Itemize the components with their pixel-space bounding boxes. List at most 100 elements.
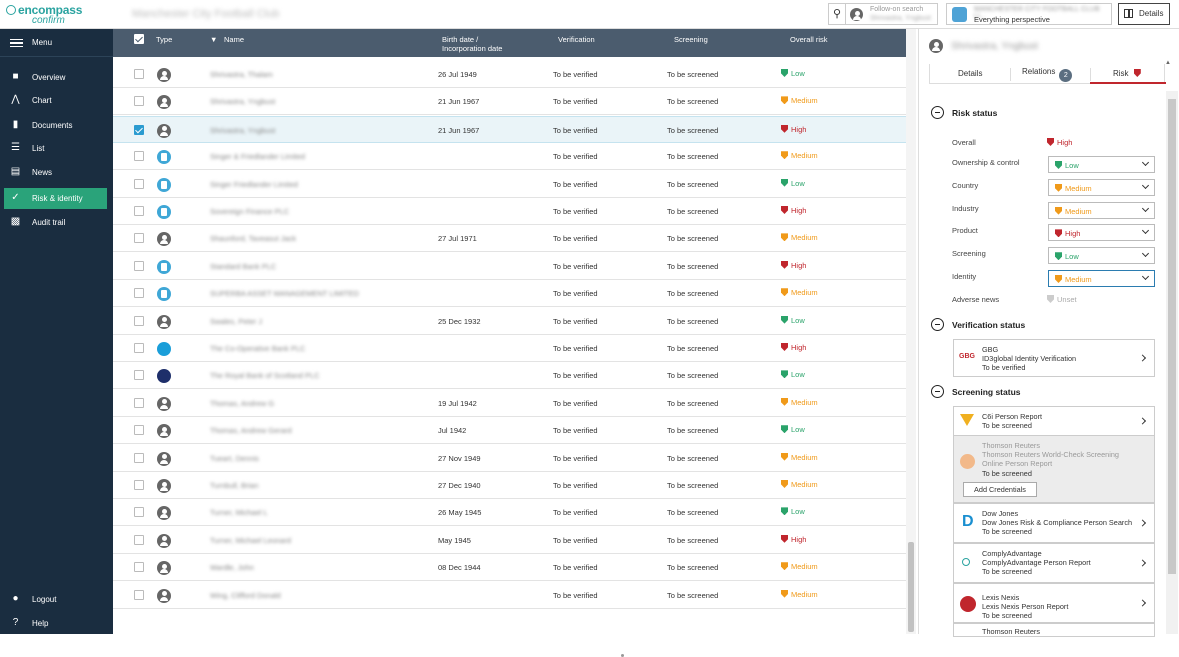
c6-provider-card[interactable]: C6i Person Report To be screened [953, 406, 1155, 436]
entity-name[interactable]: Shaunford, Taveasut Jack [210, 234, 296, 243]
table-row[interactable]: Wing, Clifford Donald To be verified To … [113, 582, 907, 609]
column-overall-risk[interactable]: Overall risk [790, 35, 828, 44]
risk-select-ownership-control[interactable]: Low [1048, 156, 1155, 173]
entity-name[interactable]: Wardle, John [210, 563, 254, 572]
sidebar-item-risk-identity[interactable]: ✓ Risk & identity [4, 188, 107, 209]
follow-on-search[interactable]: Follow-on search Shrivastra, Yngbust [846, 3, 938, 25]
entity-name[interactable]: Shrivastra, Yngbust [210, 126, 275, 135]
entity-name[interactable]: Turnbull, Brian [210, 481, 259, 490]
entity-name[interactable]: Shrivastra, Thalam [210, 70, 273, 79]
table-row[interactable]: Shaunford, Taveasut Jack 27 Jul 1971 To … [113, 225, 907, 253]
lexis-nexis-provider-card[interactable]: Lexis Nexis Lexis Nexis Person Report To… [953, 583, 1155, 623]
sidebar-item-chart[interactable]: ⋀ Chart [4, 90, 107, 111]
entity-name[interactable]: Wing, Clifford Donald [210, 591, 281, 600]
entity-name[interactable]: The Royal Bank of Scotland PLC [210, 371, 320, 380]
table-row[interactable]: Thomas, Andrew Gerard Jul 1942 To be ver… [113, 417, 907, 445]
entity-name[interactable]: Tueart, Dennis [210, 454, 259, 463]
row-checkbox[interactable] [134, 452, 144, 463]
details-button[interactable]: Details [1118, 3, 1170, 25]
table-row[interactable]: Wardle, John 08 Dec 1944 To be verified … [113, 554, 907, 582]
row-checkbox[interactable] [134, 370, 144, 381]
entity-name[interactable]: Turner, Michael L [210, 508, 268, 517]
row-checkbox[interactable] [134, 480, 144, 490]
row-checkbox[interactable] [134, 589, 144, 600]
row-checkbox[interactable] [134, 233, 144, 244]
column-screening[interactable]: Screening [674, 35, 708, 44]
entity-name[interactable]: Singer & Friedlander Limited [210, 152, 305, 161]
table-row[interactable]: Tueart, Dennis 27 Nov 1949 To be verifie… [113, 445, 907, 472]
table-row[interactable]: SUPERBA ASSET MANAGEMENT LIMITED To be v… [113, 280, 907, 308]
entity-name[interactable]: Singer Friedlander Limited [210, 180, 298, 189]
sidebar-item-documents[interactable]: ▮ Documents [4, 115, 107, 136]
scrollbar-thumb[interactable] [908, 542, 914, 632]
row-checkbox[interactable] [134, 178, 144, 189]
row-checkbox[interactable] [134, 507, 144, 518]
row-checkbox[interactable] [134, 151, 144, 162]
entity-name[interactable]: The Co-Operative Bank PLC [210, 344, 305, 353]
search-button[interactable]: ⚲ [828, 3, 846, 25]
sidebar-item-news[interactable]: ▤ News [4, 162, 107, 183]
table-row[interactable]: Thomas, Andrew G 19 Jul 1942 To be verif… [113, 390, 907, 417]
table-row[interactable]: Singer & Friedlander Limited To be verif… [113, 143, 907, 171]
table-scrollbar[interactable] [906, 29, 916, 634]
entity-name[interactable]: Sovereign Finance PLC [210, 207, 289, 216]
tab-details[interactable]: Details [958, 69, 982, 78]
risk-select-screening[interactable]: Low [1048, 247, 1155, 265]
table-row[interactable]: Sovereign Finance PLC To be verified To … [113, 198, 907, 225]
row-checkbox[interactable] [134, 425, 144, 436]
dow-jones-provider-card[interactable]: D Dow Jones Dow Jones Risk & Compliance … [953, 503, 1155, 543]
row-checkbox[interactable] [134, 315, 144, 326]
column-birth-date[interactable]: Birth date / Incorporation date [442, 35, 522, 53]
table-row[interactable]: The Royal Bank of Scotland PLC To be ver… [113, 362, 907, 390]
gbg-verification-card[interactable]: GBG GBG ID3global Identity Verification … [953, 339, 1155, 377]
sidebar-item-audit-trail[interactable]: ▩ Audit trail [4, 212, 107, 233]
row-checkbox[interactable] [134, 206, 144, 216]
row-checkbox[interactable] [134, 260, 144, 271]
scroll-up-icon[interactable]: ▲ [1165, 60, 1171, 66]
scrollbar-thumb[interactable] [1168, 99, 1176, 574]
sidebar-item-list[interactable]: ☰ List [4, 138, 107, 159]
perspective-selector[interactable]: MANCHESTER CITY FOOTBALL CLUB LI... Ever… [946, 3, 1112, 25]
row-checkbox[interactable] [134, 288, 144, 299]
thomson-reuters-provider-card-2[interactable]: Thomson Reuters [953, 623, 1155, 637]
column-verification[interactable]: Verification [558, 35, 595, 44]
table-row[interactable]: Shrivastra, Thalam 26 Jul 1949 To be ver… [113, 61, 907, 88]
entity-name[interactable]: Swales, Peter J [210, 317, 262, 326]
entity-name[interactable]: Shrivastra, Yngbust [210, 97, 275, 106]
table-row[interactable]: Swales, Peter J 25 Dec 1932 To be verifi… [113, 308, 907, 335]
table-row[interactable]: Turner, Michael L 26 May 1945 To be veri… [113, 499, 907, 527]
row-checkbox[interactable] [134, 96, 144, 107]
comply-advantage-provider-card[interactable]: ComplyAdvantage ComplyAdvantage Person R… [953, 543, 1155, 583]
risk-select-identity[interactable]: Medium [1048, 270, 1155, 287]
add-credentials-button[interactable]: Add Credentials [963, 482, 1037, 497]
select-all-checkbox[interactable] [134, 34, 144, 44]
risk-select-country[interactable]: Medium [1048, 178, 1155, 196]
row-checkbox[interactable] [134, 397, 144, 408]
table-row[interactable]: Turnbull, Brian 27 Dec 1940 To be verifi… [113, 472, 907, 499]
table-row[interactable]: Shrivastra, Yngbust 21 Jun 1967 To be ve… [113, 88, 907, 116]
entity-name[interactable]: Turner, Michael Leonard [210, 536, 291, 545]
column-name[interactable]: Name [224, 35, 244, 44]
row-checkbox[interactable] [134, 69, 144, 79]
row-checkbox[interactable] [134, 534, 144, 545]
tab-risk[interactable]: Risk [1113, 69, 1144, 78]
table-row[interactable]: Shrivastra, Yngbust 21 Jun 1967 To be ve… [113, 115, 907, 143]
entity-name[interactable]: Thomas, Andrew G [210, 399, 274, 408]
risk-select-industry[interactable]: Medium [1048, 201, 1155, 219]
row-checkbox[interactable] [134, 124, 144, 135]
logout-button[interactable]: ● Logout [4, 589, 107, 610]
entity-name[interactable]: SUPERBA ASSET MANAGEMENT LIMITED [210, 289, 359, 298]
sidebar-item-overview[interactable]: ■ Overview [4, 67, 107, 88]
tab-relations[interactable]: Relations 2 [1022, 67, 1073, 82]
row-checkbox[interactable] [134, 562, 144, 573]
column-type[interactable]: Type [156, 35, 172, 44]
row-checkbox[interactable] [134, 343, 144, 353]
sort-desc-icon[interactable]: ▼ [210, 35, 217, 44]
risk-select-product[interactable]: High [1048, 224, 1155, 242]
entity-name[interactable]: Standard Bank PLC [210, 262, 276, 271]
table-row[interactable]: Turner, Michael Leonard May 1945 To be v… [113, 527, 907, 554]
panel-scrollbar[interactable] [1166, 91, 1178, 634]
table-row[interactable]: Standard Bank PLC To be verified To be s… [113, 253, 907, 280]
entity-name[interactable]: Thomas, Andrew Gerard [210, 426, 292, 435]
table-row[interactable]: The Co-Operative Bank PLC To be verified… [113, 335, 907, 362]
